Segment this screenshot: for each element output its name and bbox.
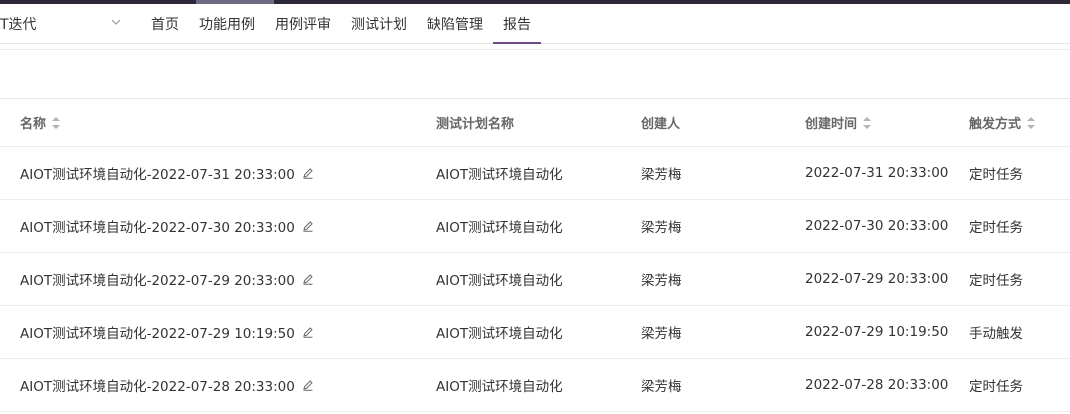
sub-header-divider [0,44,1070,50]
plan-name-cell: AIOT测试环境自动化 [436,326,563,342]
report-name-cell: AIOT测试环境自动化-2022-07-31 20:33:00 [20,147,314,199]
column-header-created-at[interactable]: 创建时间 [805,99,872,146]
trigger-cell: 定时任务 [969,273,1023,289]
sort-icon[interactable] [863,116,872,129]
created-at-cell: 2022-07-31 20:33:00 [805,165,949,181]
plan-name-cell: AIOT测试环境自动化 [436,220,563,236]
tab-test-plan[interactable]: 测试计划 [341,4,417,43]
trigger-cell: 定时任务 [969,220,1023,236]
tab-home[interactable]: 首页 [141,4,189,43]
creator-cell: 梁芳梅 [641,379,682,395]
report-name-cell: AIOT测试环境自动化-2022-07-29 20:33:00 [20,253,314,305]
creator-cell: 梁芳梅 [641,220,682,236]
created-at-cell: 2022-07-29 10:19:50 [805,324,949,340]
edit-icon[interactable] [302,167,314,179]
creator-cell: 梁芳梅 [641,273,682,289]
creator-cell: 梁芳梅 [641,167,682,183]
plan-name-cell: AIOT测试环境自动化 [436,379,563,395]
created-at-cell: 2022-07-29 20:33:00 [805,271,949,287]
report-name[interactable]: AIOT测试环境自动化-2022-07-30 20:33:00 [20,216,295,236]
trigger-cell: 定时任务 [969,379,1023,395]
column-header-plan: 测试计划名称 [436,117,515,132]
column-header-creator: 创建人 [641,117,681,132]
column-header-trigger[interactable]: 触发方式 [969,99,1036,146]
report-name[interactable]: AIOT测试环境自动化-2022-07-29 20:33:00 [20,269,295,289]
tab-defect-management[interactable]: 缺陷管理 [417,4,493,43]
report-name[interactable]: AIOT测试环境自动化-2022-07-28 20:33:00 [20,375,295,395]
table-row[interactable]: AIOT测试环境自动化-2022-07-31 20:33:00 AIOT测试环境… [0,147,1070,200]
report-name-cell: AIOT测试环境自动化-2022-07-30 20:33:00 [20,200,314,252]
trigger-cell: 手动触发 [969,326,1023,342]
tab-case-review[interactable]: 用例评审 [265,4,341,43]
tab-report[interactable]: 报告 [493,4,541,44]
iteration-select-label: T迭代 [0,16,37,33]
creator-cell: 梁芳梅 [641,326,682,342]
sort-icon[interactable] [52,116,61,129]
chevron-down-icon [111,19,121,25]
sort-icon[interactable] [1027,116,1036,129]
column-header-name[interactable]: 名称 [20,99,61,146]
report-name[interactable]: AIOT测试环境自动化-2022-07-31 20:33:00 [20,163,295,183]
table-row[interactable]: AIOT测试环境自动化-2022-07-29 10:19:50 AIOT测试环境… [0,306,1070,359]
report-name-cell: AIOT测试环境自动化-2022-07-29 10:19:50 [20,306,314,358]
edit-icon[interactable] [302,379,314,391]
plan-name-cell: AIOT测试环境自动化 [436,167,563,183]
table-row[interactable]: AIOT测试环境自动化-2022-07-29 20:33:00 AIOT测试环境… [0,253,1070,306]
edit-icon[interactable] [302,273,314,285]
trigger-cell: 定时任务 [969,167,1023,183]
created-at-cell: 2022-07-30 20:33:00 [805,218,949,234]
nav-bar: T迭代 首页 功能用例 用例评审 测试计划 缺陷管理 报告 [0,4,1070,44]
table-row[interactable]: AIOT测试环境自动化-2022-07-30 20:33:00 AIOT测试环境… [0,200,1070,253]
report-table: 名称 测试计划名称 创建人 创建时间 触发方式 AIOT测试环境自动化-2022… [0,98,1070,412]
plan-name-cell: AIOT测试环境自动化 [436,273,563,289]
iteration-select[interactable]: T迭代 [0,4,132,43]
table-row[interactable]: AIOT测试环境自动化-2022-07-28 20:33:00 AIOT测试环境… [0,359,1070,412]
table-header: 名称 测试计划名称 创建人 创建时间 触发方式 [0,99,1070,147]
nav-tabs: 首页 功能用例 用例评审 测试计划 缺陷管理 报告 [141,4,541,44]
report-name-cell: AIOT测试环境自动化-2022-07-28 20:33:00 [20,359,314,411]
edit-icon[interactable] [302,326,314,338]
report-name[interactable]: AIOT测试环境自动化-2022-07-29 10:19:50 [20,322,295,342]
edit-icon[interactable] [302,220,314,232]
tab-functional-cases[interactable]: 功能用例 [189,4,265,43]
created-at-cell: 2022-07-28 20:33:00 [805,377,949,393]
